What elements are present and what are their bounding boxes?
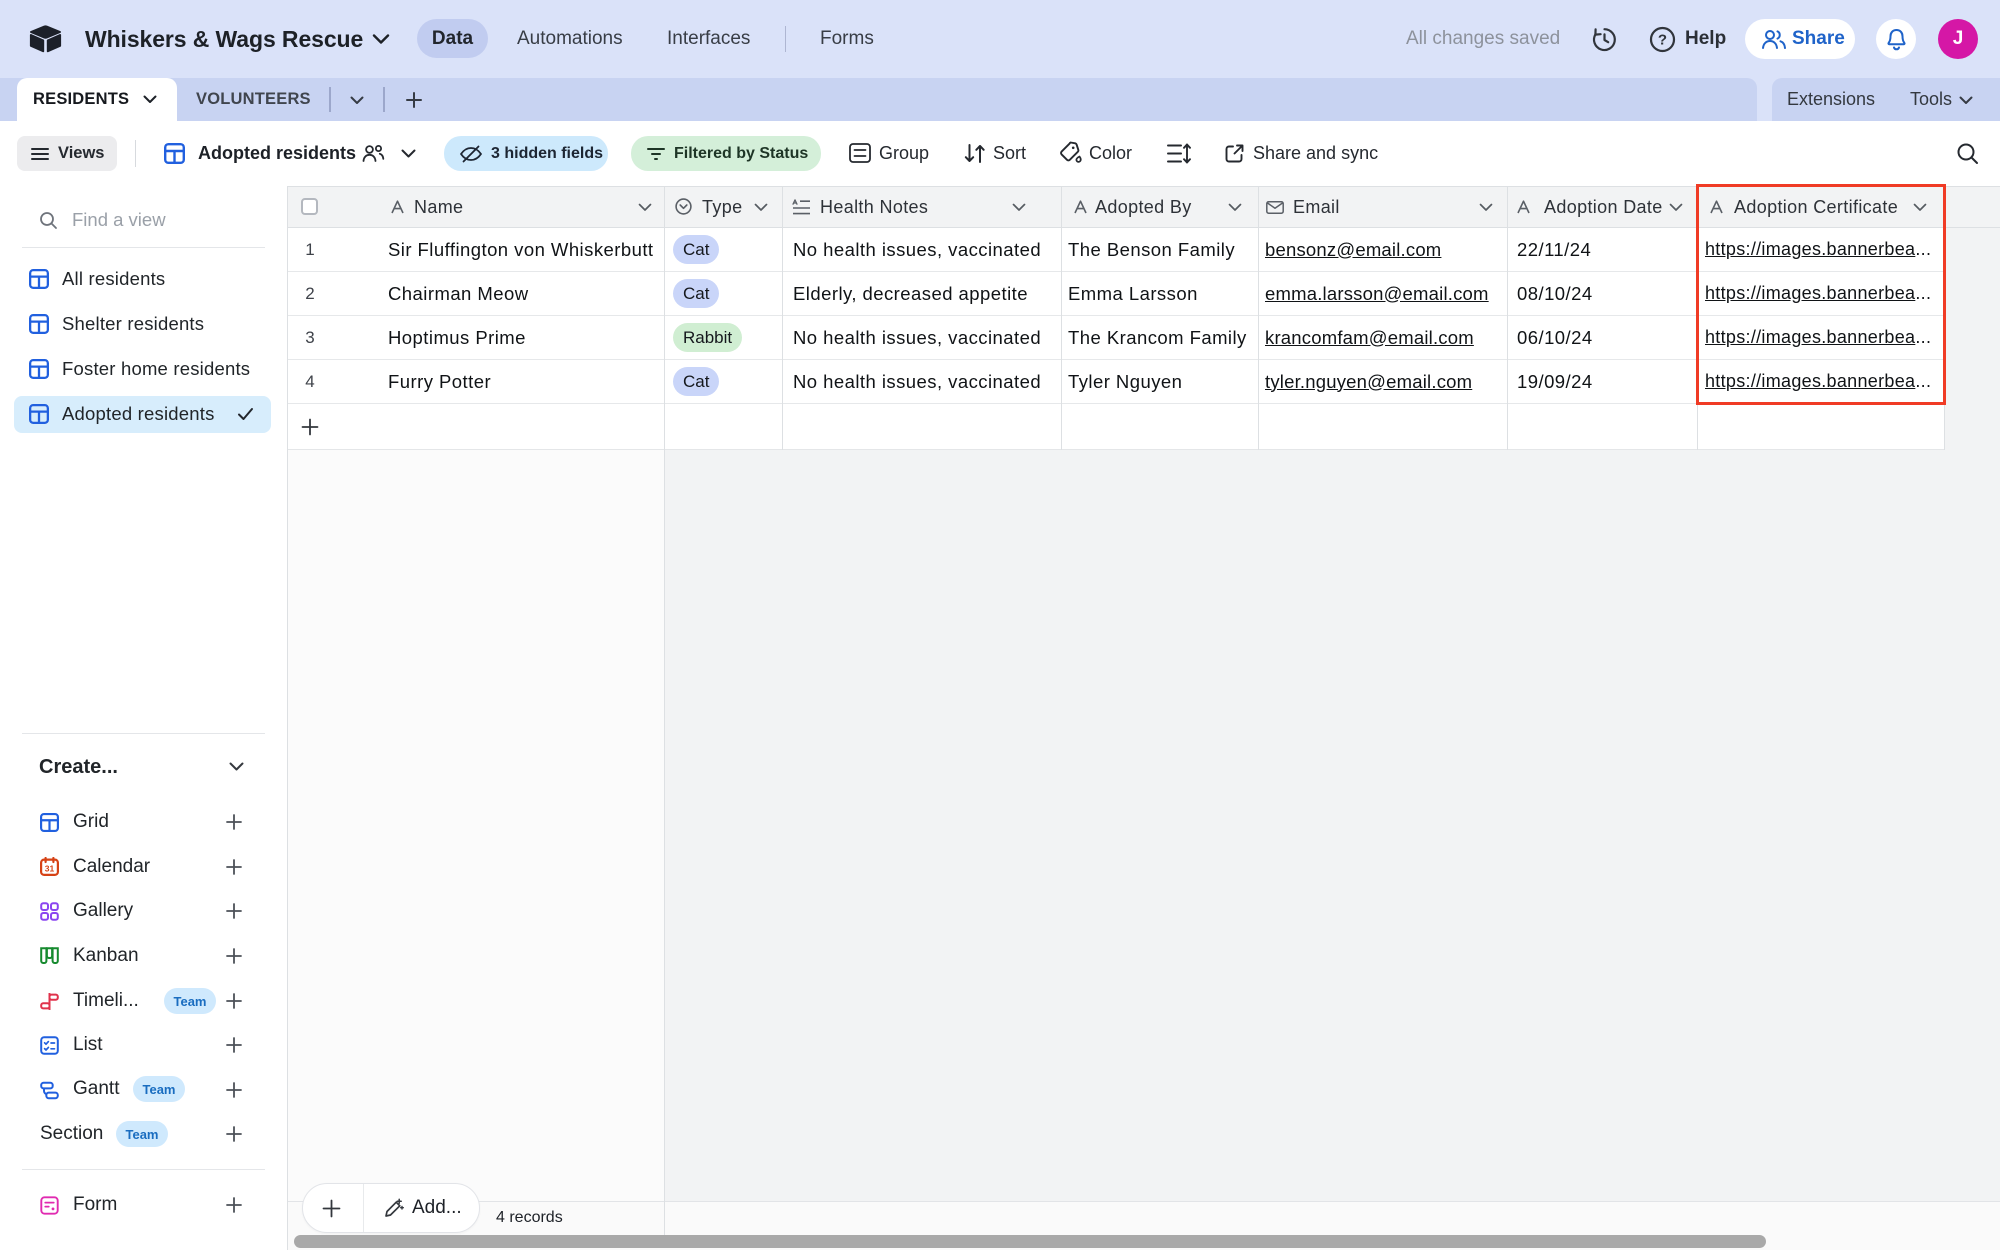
svg-text:31: 31 [45, 864, 55, 874]
svg-text:?: ? [1658, 32, 1667, 49]
